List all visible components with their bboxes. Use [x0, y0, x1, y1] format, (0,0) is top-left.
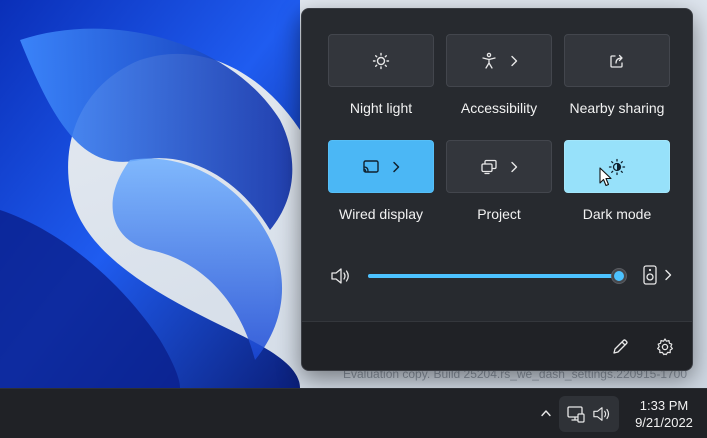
- mouse-cursor-icon: [599, 167, 612, 187]
- tile-night-light: Night light: [328, 34, 434, 116]
- chevron-right-icon[interactable]: [510, 55, 518, 67]
- taskbar-clock[interactable]: 1:33 PM 9/21/2022: [624, 397, 704, 431]
- chevron-right-icon[interactable]: [664, 269, 672, 281]
- night-light-icon: [372, 52, 390, 69]
- system-tray-button[interactable]: [559, 396, 619, 432]
- tile-label-dark-mode: Dark mode: [582, 206, 652, 222]
- volume-slider-thumb[interactable]: [611, 268, 628, 284]
- tile-label-project: Project: [477, 206, 521, 222]
- volume-row: [330, 261, 672, 291]
- tile-label-night-light: Night light: [349, 100, 413, 116]
- network-icon: [567, 406, 585, 423]
- accessibility-toggle[interactable]: [446, 34, 552, 87]
- project-toggle[interactable]: [446, 140, 552, 193]
- chevron-right-icon[interactable]: [392, 161, 400, 173]
- gear-icon[interactable]: [655, 337, 675, 357]
- pencil-icon[interactable]: [610, 337, 630, 357]
- quick-settings-panel: Night light Accessibility Nearby sharing: [301, 8, 693, 371]
- volume-slider[interactable]: [368, 268, 628, 284]
- chevron-up-icon: [541, 410, 551, 417]
- night-light-toggle[interactable]: [328, 34, 434, 87]
- chevron-right-icon[interactable]: [510, 161, 518, 173]
- clock-date: 9/21/2022: [635, 415, 693, 430]
- speaker-icon: [593, 407, 610, 421]
- nearby-sharing-toggle[interactable]: [564, 34, 670, 87]
- tile-accessibility: Accessibility: [446, 34, 552, 116]
- tile-label-accessibility: Accessibility: [460, 100, 538, 116]
- quick-settings-footer: [302, 321, 692, 370]
- wired-display-icon: [363, 159, 379, 173]
- wired-display-toggle[interactable]: [328, 140, 434, 193]
- speaker-icon[interactable]: [330, 266, 352, 286]
- tile-label-nearby-sharing: Nearby sharing: [569, 100, 665, 116]
- tile-nearby-sharing: Nearby sharing: [564, 34, 670, 116]
- volume-slider-fill: [368, 274, 620, 278]
- tile-wired-display: Wired display: [328, 140, 434, 222]
- speaker-device-icon[interactable]: [642, 264, 658, 286]
- tile-project: Project: [446, 140, 552, 222]
- dark-mode-toggle[interactable]: [564, 140, 670, 193]
- project-icon: [481, 159, 497, 174]
- show-hidden-icons-button[interactable]: [537, 404, 555, 422]
- tile-label-wired-display: Wired display: [338, 206, 424, 222]
- nearby-sharing-icon: [610, 54, 623, 68]
- accessibility-icon: [482, 52, 496, 69]
- taskbar: 1:33 PM 9/21/2022: [0, 388, 707, 438]
- clock-time: 1:33 PM: [639, 398, 689, 413]
- tile-dark-mode: Dark mode: [564, 140, 670, 222]
